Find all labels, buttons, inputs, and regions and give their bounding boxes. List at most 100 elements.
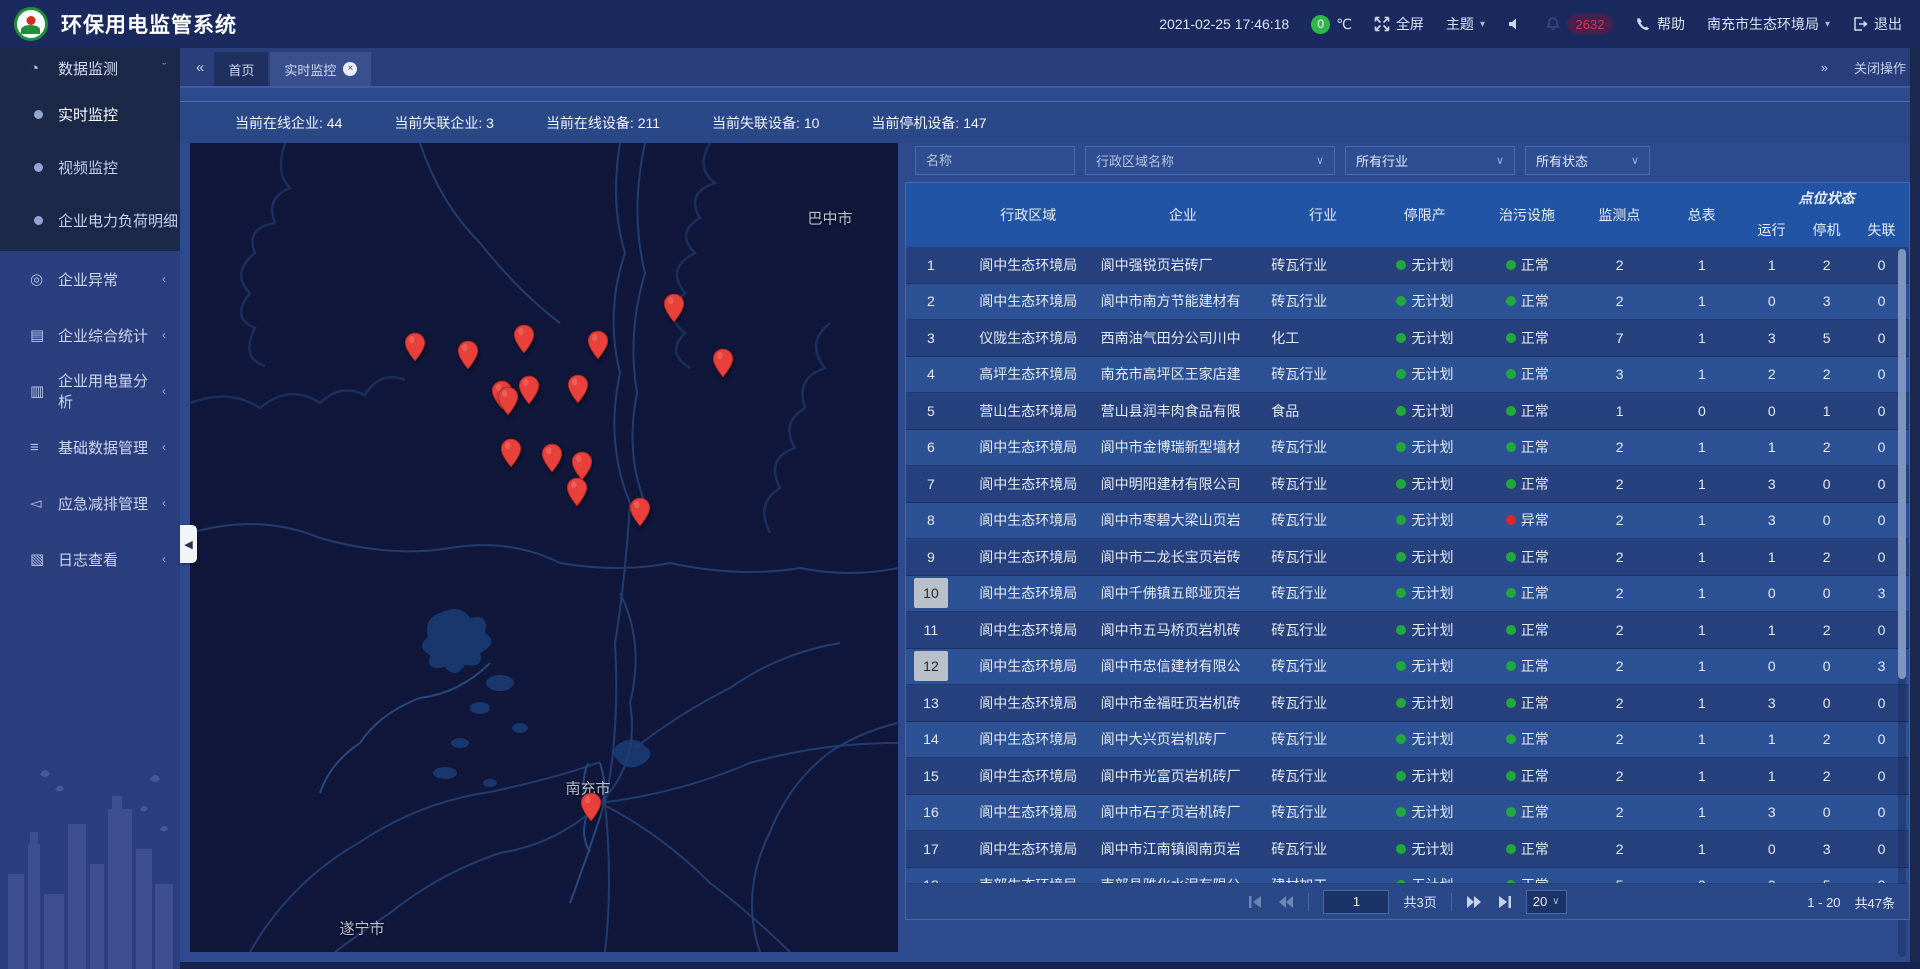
- tab-home[interactable]: 首页: [214, 52, 268, 86]
- last-page-icon[interactable]: [1496, 895, 1512, 909]
- table-row[interactable]: 14 阆中生态环境局 阆中大兴页岩机砖厂 砖瓦行业 无计划 正常 2 1 1 2…: [906, 722, 1909, 759]
- map-pin-icon[interactable]: [457, 340, 479, 370]
- table-row[interactable]: 15 阆中生态环境局 阆中市光富页岩机砖厂 砖瓦行业 无计划 正常 2 1 1 …: [906, 758, 1909, 795]
- map-pin-icon[interactable]: [500, 438, 522, 468]
- table-row[interactable]: 4 高坪生态环境局 南充市高坪区王家店建 砖瓦行业 无计划 正常 3 1 2 2…: [906, 357, 1909, 394]
- cell-monitor-points: 2: [1580, 841, 1660, 857]
- window-scrollbar-track[interactable]: [1910, 48, 1920, 969]
- table-scrollbar[interactable]: [1898, 249, 1906, 957]
- map-pin-icon[interactable]: [663, 293, 685, 323]
- close-icon[interactable]: ×: [343, 62, 357, 76]
- cell-total-meters: 1: [1660, 622, 1745, 638]
- table-row[interactable]: 12 阆中生态环境局 阆中市忠信建材有限公 砖瓦行业 无计划 正常 2 1 0 …: [906, 649, 1909, 686]
- status-dot-green: [1396, 260, 1406, 270]
- menu-item-icon: ◅: [30, 494, 48, 512]
- theme-dropdown[interactable]: 主题 ▾: [1446, 14, 1485, 34]
- map-pin-icon[interactable]: [567, 374, 589, 404]
- map-pin-icon[interactable]: [580, 792, 602, 822]
- map-pin-icon[interactable]: [497, 386, 519, 416]
- sidebar-item[interactable]: ◅ 应急减排管理 ‹: [0, 475, 180, 531]
- table-row[interactable]: 3 仪陇生态环境局 西南油气田分公司川中 化工 无计划 正常 7 1 3 5 0: [906, 320, 1909, 357]
- sidebar-item[interactable]: ▥ 企业用电量分析 ‹: [0, 363, 180, 419]
- table-row[interactable]: 7 阆中生态环境局 阆中明阳建材有限公司 砖瓦行业 无计划 正常 2 1 3 0…: [906, 466, 1909, 503]
- table-row[interactable]: 17 阆中生态环境局 阆中市江南镇阆南页岩 砖瓦行业 无计划 正常 2 1 0 …: [906, 831, 1909, 868]
- fullscreen-button[interactable]: 全屏: [1374, 14, 1424, 34]
- cell-industry: 化工: [1265, 328, 1375, 348]
- cell-company: 阆中市江南镇阆南页岩: [1101, 839, 1266, 859]
- sidebar-item-data-monitoring[interactable]: ◔ 数据监测 ˇ: [0, 48, 180, 88]
- close-operations-button[interactable]: 关闭操作: [1854, 58, 1906, 77]
- map-pin-icon[interactable]: [712, 348, 734, 378]
- map-pin-icon[interactable]: [404, 332, 426, 362]
- map-pin-icon[interactable]: [566, 477, 588, 507]
- notification-area[interactable]: 2632: [1545, 14, 1613, 34]
- industry-filter-select[interactable]: 所有行业 ∨: [1345, 146, 1515, 175]
- sidebar-item[interactable]: ≡ 基础数据管理 ‹: [0, 419, 180, 475]
- status-dot-green: [1396, 552, 1406, 562]
- table-row[interactable]: 16 阆中生态环境局 阆中市石子页岩机砖厂 砖瓦行业 无计划 正常 2 1 3 …: [906, 795, 1909, 832]
- cell-pollution-facility: 正常: [1475, 583, 1580, 603]
- status-dot-green: [1396, 734, 1406, 744]
- sidebar-item[interactable]: ▧ 日志查看 ‹: [0, 531, 180, 587]
- table-row[interactable]: 10 阆中生态环境局 阆中千佛镇五郎垭页岩 砖瓦行业 无计划 正常 2 1 0 …: [906, 576, 1909, 613]
- mute-icon[interactable]: [1507, 16, 1523, 32]
- table-row[interactable]: 18 南部生态环境局 南部县雅化水泥有限公 建材加工 无计划 正常 5 0 0 …: [906, 868, 1909, 884]
- sidebar-item-label: 日志查看: [58, 549, 162, 570]
- chevron-down-icon: ˇ: [162, 62, 166, 74]
- status-filter-select[interactable]: 所有状态 ∨: [1525, 146, 1650, 175]
- submenu-item[interactable]: 企业电力负荷明细: [0, 194, 180, 247]
- cell-pollution-facility: 正常: [1475, 875, 1580, 883]
- table-row[interactable]: 2 阆中生态环境局 阆中市南方节能建材有 砖瓦行业 无计划 正常 2 1 0 3…: [906, 284, 1909, 321]
- table-row[interactable]: 1 阆中生态环境局 阆中强锐页岩砖厂 砖瓦行业 无计划 正常 2 1 1 2 0: [906, 247, 1909, 284]
- table-row[interactable]: 8 阆中生态环境局 阆中市枣碧大梁山页岩 砖瓦行业 无计划 异常 2 1 3 0…: [906, 503, 1909, 540]
- status-dot: [1506, 333, 1516, 343]
- sidebar-item[interactable]: ◎ 企业异常 ‹: [0, 251, 180, 307]
- first-page-icon[interactable]: [1248, 895, 1264, 909]
- next-page-icon[interactable]: [1466, 895, 1482, 909]
- tabs-scroll-left-icon[interactable]: «: [196, 59, 204, 76]
- cell-halted: 2: [1799, 366, 1854, 382]
- city-label: 遂宁市: [339, 918, 384, 939]
- cell-pollution-facility: 正常: [1475, 620, 1580, 640]
- map-pin-icon[interactable]: [513, 324, 535, 354]
- range-label: 1 - 20: [1807, 895, 1840, 910]
- map-pin-icon[interactable]: [518, 375, 540, 405]
- panel-collapse-handle[interactable]: ◀: [180, 525, 197, 563]
- stat-value: 3: [486, 115, 494, 131]
- sidebar-item-label: 应急减排管理: [58, 493, 162, 514]
- tabs-scroll-right-icon[interactable]: »: [1821, 60, 1828, 75]
- org-dropdown[interactable]: 南充市生态环境局 ▾: [1707, 14, 1830, 34]
- table-row[interactable]: 11 阆中生态环境局 阆中市五马桥页岩机砖 砖瓦行业 无计划 正常 2 1 1 …: [906, 612, 1909, 649]
- page-number-input[interactable]: [1323, 890, 1389, 914]
- page-size-select[interactable]: 20 ∨: [1526, 890, 1567, 914]
- table-row[interactable]: 6 阆中生态环境局 阆中市金博瑞新型墙材 砖瓦行业 无计划 正常 2 1 1 2…: [906, 430, 1909, 467]
- status-dot-green: [1396, 479, 1406, 489]
- tab-realtime-monitoring[interactable]: 实时监控 ×: [270, 52, 371, 86]
- help-button[interactable]: 帮助: [1635, 14, 1685, 34]
- phone-icon: [1635, 16, 1651, 32]
- sidebar-item[interactable]: ▤ 企业综合统计 ‹: [0, 307, 180, 363]
- prev-page-icon[interactable]: [1278, 895, 1294, 909]
- map-pin-icon[interactable]: [629, 497, 651, 527]
- map-pin-icon[interactable]: [587, 330, 609, 360]
- scrollbar-thumb[interactable]: [1898, 249, 1906, 679]
- fullscreen-icon: [1374, 16, 1390, 32]
- cell-total-meters: 1: [1660, 585, 1745, 601]
- cell-total-meters: 0: [1660, 877, 1745, 883]
- map-pane[interactable]: 巴中市南充市遂宁市: [190, 143, 898, 952]
- sidebar-item-label: 企业异常: [58, 269, 162, 290]
- sidebar-item-label: 基础数据管理: [58, 437, 162, 458]
- submenu-item-label: 视频监控: [58, 157, 118, 178]
- table-row[interactable]: 9 阆中生态环境局 阆中市二龙长宝页岩砖 砖瓦行业 无计划 正常 2 1 1 2…: [906, 539, 1909, 576]
- cell-monitor-points: 2: [1580, 585, 1660, 601]
- name-filter-input[interactable]: [915, 146, 1075, 175]
- map-pin-icon[interactable]: [541, 443, 563, 473]
- submenu-item[interactable]: 实时监控: [0, 88, 180, 141]
- region-filter-select[interactable]: 行政区域名称 ∨: [1085, 146, 1335, 175]
- row-index: 16: [914, 797, 948, 827]
- col-lost: 失联: [1854, 213, 1909, 247]
- submenu-item[interactable]: 视频监控: [0, 141, 180, 194]
- table-row[interactable]: 13 阆中生态环境局 阆中市金福旺页岩机砖 砖瓦行业 无计划 正常 2 1 3 …: [906, 685, 1909, 722]
- table-row[interactable]: 5 营山生态环境局 营山县润丰肉食品有限 食品 无计划 正常 1 0 0 1 0: [906, 393, 1909, 430]
- logout-button[interactable]: 退出: [1852, 14, 1902, 34]
